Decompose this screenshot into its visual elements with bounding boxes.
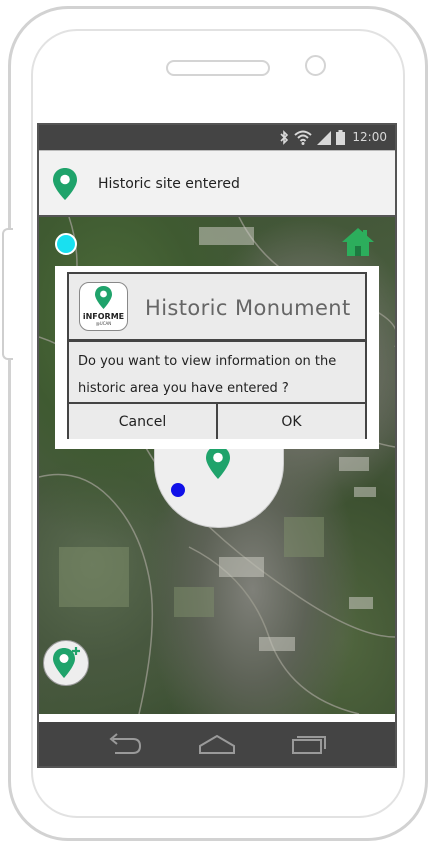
phone-screen: 12:00 Historic site entered iNFORME @UCA…	[37, 123, 397, 768]
user-location-dot	[171, 483, 185, 497]
notification-text: Historic site entered	[98, 176, 240, 192]
recent-apps-icon[interactable]	[291, 734, 327, 754]
dialog-buttons: Cancel OK	[69, 402, 365, 439]
logo-pin-icon	[95, 286, 112, 309]
phone-camera	[305, 55, 326, 76]
cancel-button[interactable]: Cancel	[69, 404, 216, 439]
map-pin-icon	[53, 168, 77, 200]
dialog-header: iNFORME @UCAN Historic Monument	[69, 274, 365, 342]
back-icon[interactable]	[107, 733, 143, 755]
add-map-pin-icon	[53, 647, 80, 678]
add-pin-button[interactable]	[43, 640, 89, 686]
dialog-message-line-2: historic area you have entered ?	[78, 381, 289, 396]
bluetooth-icon	[280, 130, 289, 145]
phone-speaker	[166, 60, 270, 76]
ok-button[interactable]: OK	[216, 404, 365, 439]
navigation-bar	[39, 722, 395, 766]
informe-logo: iNFORME @UCAN	[79, 282, 128, 331]
dialog-message-line-1: Do you want to view information on the	[78, 354, 337, 369]
current-location-marker[interactable]	[55, 233, 77, 255]
status-icons	[279, 129, 345, 146]
logo-text: iNFORME	[82, 312, 125, 321]
home-icon[interactable]	[341, 227, 375, 257]
battery-icon	[336, 130, 345, 145]
signal-icon	[317, 131, 331, 145]
phone-side-button	[2, 228, 13, 360]
status-time: 12:00	[352, 130, 387, 144]
wifi-icon	[294, 130, 312, 145]
historic-site-pin-icon[interactable]	[205, 445, 231, 480]
logo-subtext: @UCAN	[95, 321, 112, 326]
dialog-title: Historic Monument	[145, 296, 351, 320]
historic-monument-dialog: iNFORME @UCAN Historic Monument Do you w…	[67, 272, 367, 439]
home-nav-icon[interactable]	[198, 734, 236, 754]
screen-divider	[39, 714, 395, 722]
notification-banner[interactable]: Historic site entered	[39, 150, 395, 217]
status-bar: 12:00	[39, 125, 395, 150]
